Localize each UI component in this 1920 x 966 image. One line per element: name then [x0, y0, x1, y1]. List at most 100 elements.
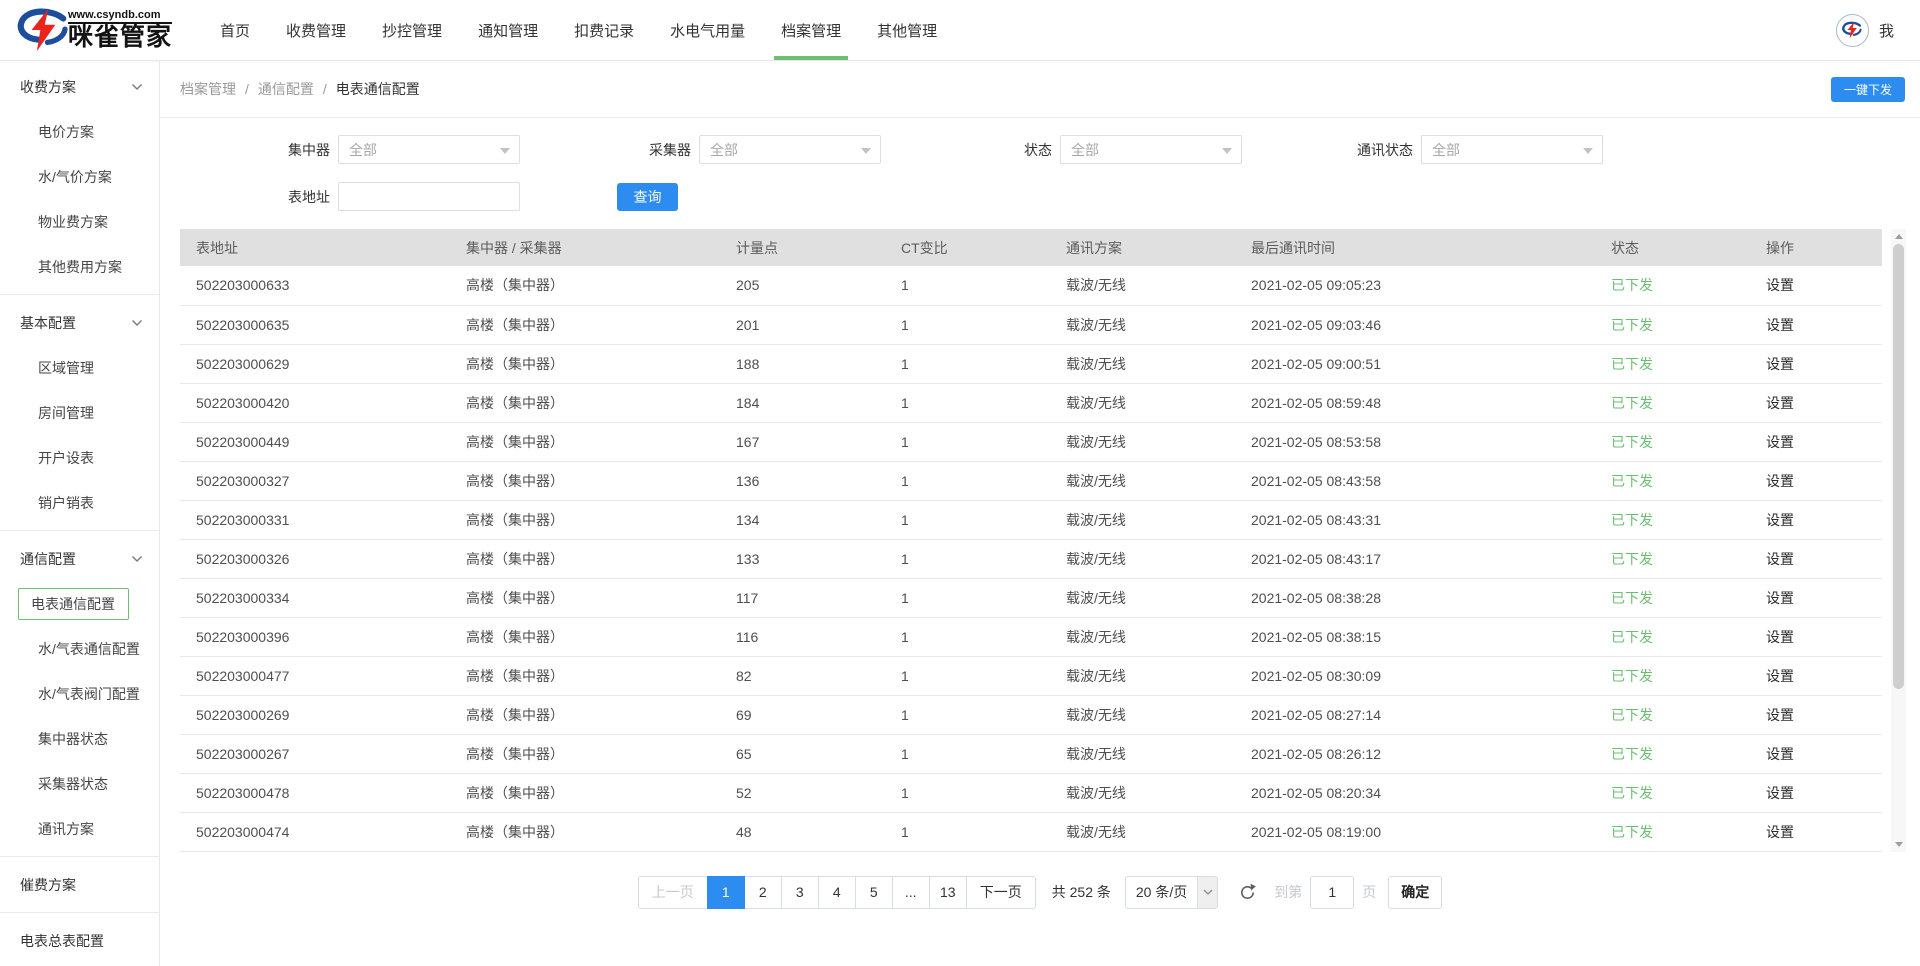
sidebar-item[interactable]: 电价方案 — [0, 109, 159, 154]
settings-link[interactable]: 设置 — [1766, 707, 1794, 723]
select-value: 全部 — [710, 140, 738, 160]
sidebar-group-header[interactable]: 电表总表配置 — [0, 918, 159, 963]
sidebar-item-label: 通讯方案 — [38, 819, 94, 839]
settings-link[interactable]: 设置 — [1766, 434, 1794, 450]
goto-page-input[interactable] — [1310, 876, 1354, 909]
sidebar-item[interactable]: 水/气表通信配置 — [0, 626, 159, 671]
page-button-3[interactable]: 3 — [781, 876, 819, 909]
comm-status-select[interactable]: 全部 — [1421, 135, 1603, 164]
breadcrumb-item[interactable]: 档案管理 — [180, 79, 236, 99]
sidebar-item[interactable]: 物业费方案 — [0, 199, 159, 244]
sidebar-item[interactable]: 其他费用方案 — [0, 244, 159, 289]
goto-confirm-button[interactable]: 确定 — [1388, 876, 1442, 909]
nav-item-8[interactable]: 其他管理 — [859, 0, 955, 60]
caret-down-icon — [1222, 148, 1232, 159]
cell-metering-point: 48 — [720, 812, 885, 851]
page-button-2[interactable]: 2 — [744, 876, 782, 909]
sidebar-item[interactable]: 采集器状态 — [0, 761, 159, 806]
sidebar: 收费方案电价方案水/气价方案物业费方案其他费用方案基本配置区域管理房间管理开户设… — [0, 61, 160, 966]
next-page-button[interactable]: 下一页 — [966, 876, 1036, 909]
prev-page-button[interactable]: 上一页 — [638, 876, 708, 909]
cell-ct-ratio: 1 — [885, 500, 1050, 539]
cell-metering-point: 167 — [720, 422, 885, 461]
settings-link[interactable]: 设置 — [1766, 277, 1794, 293]
nav-item-1[interactable]: 首页 — [202, 0, 268, 60]
page-button-4[interactable]: 4 — [818, 876, 856, 909]
sidebar-item[interactable]: 房间管理 — [0, 390, 159, 435]
settings-link[interactable]: 设置 — [1766, 629, 1794, 645]
concentrator-select[interactable]: 全部 — [338, 135, 520, 164]
breadcrumb: 档案管理/通信配置/电表通信配置 — [180, 79, 420, 99]
settings-link[interactable]: 设置 — [1766, 356, 1794, 372]
table-row: 502203000267高楼（集中器）651载波/无线2021-02-05 08… — [180, 734, 1882, 773]
refresh-button[interactable] — [1234, 879, 1260, 905]
page-size-select[interactable]: 20 条/页 — [1125, 876, 1218, 909]
cell-status: 已下发 — [1595, 266, 1750, 305]
brand-logo[interactable]: www.csyndb.com 咪雀管家 — [14, 8, 172, 52]
page-button-1[interactable]: 1 — [707, 876, 745, 909]
scroll-up-icon[interactable] — [1891, 229, 1906, 243]
nav-item-2[interactable]: 收费管理 — [268, 0, 364, 60]
settings-link[interactable]: 设置 — [1766, 551, 1794, 567]
user-menu[interactable]: 我 — [1879, 20, 1894, 41]
user-avatar[interactable] — [1836, 14, 1869, 47]
nav-item-3[interactable]: 抄控管理 — [364, 0, 460, 60]
nav-item-6[interactable]: 水电气用量 — [652, 0, 763, 60]
meter-address-input[interactable] — [338, 182, 520, 211]
page-button-13[interactable]: 13 — [929, 876, 967, 909]
table-scrollbar[interactable] — [1891, 229, 1906, 852]
settings-link[interactable]: 设置 — [1766, 395, 1794, 411]
sidebar-group-label: 通信配置 — [20, 549, 76, 569]
sidebar-item[interactable]: 集中器状态 — [0, 716, 159, 761]
sidebar-item[interactable]: 销户销表 — [0, 480, 159, 525]
search-button[interactable]: 查询 — [617, 183, 678, 211]
scroll-down-icon[interactable] — [1891, 838, 1906, 852]
sidebar-group-header[interactable]: 收费方案 — [0, 64, 159, 109]
dispatch-all-button[interactable]: 一键下发 — [1831, 77, 1905, 102]
breadcrumb-item[interactable]: 通信配置 — [258, 79, 314, 99]
table-row: 502203000477高楼（集中器）821载波/无线2021-02-05 08… — [180, 656, 1882, 695]
status-select[interactable]: 全部 — [1060, 135, 1242, 164]
sidebar-group-header[interactable]: 催费方案 — [0, 862, 159, 907]
sidebar-item[interactable]: 水/气表阀门配置 — [0, 671, 159, 716]
select-value: 全部 — [1432, 140, 1460, 160]
settings-link[interactable]: 设置 — [1766, 473, 1794, 489]
page-button-5[interactable]: 5 — [855, 876, 893, 909]
settings-link[interactable]: 设置 — [1766, 512, 1794, 528]
sidebar-item[interactable]: 电表通信配置 — [0, 581, 159, 626]
table-header: 表地址集中器 / 采集器计量点CT变比通讯方案最后通讯时间状态操作 — [180, 229, 1882, 266]
sidebar-group-header[interactable]: 通信配置 — [0, 536, 159, 581]
sidebar-item[interactable]: 区域管理 — [0, 345, 159, 390]
chevron-down-icon — [1197, 877, 1217, 908]
nav-item-4[interactable]: 通知管理 — [460, 0, 556, 60]
cell-last-comm-time: 2021-02-05 08:38:28 — [1235, 578, 1595, 617]
sidebar-item-label: 水/气表阀门配置 — [38, 684, 140, 704]
sidebar-item-label: 房间管理 — [38, 403, 94, 423]
sidebar-item[interactable]: 水/气价方案 — [0, 154, 159, 199]
table-row: 502203000633高楼（集中器）2051载波/无线2021-02-05 0… — [180, 266, 1882, 305]
settings-link[interactable]: 设置 — [1766, 668, 1794, 684]
settings-link[interactable]: 设置 — [1766, 824, 1794, 840]
filter-label: 状态 — [954, 140, 1052, 160]
scrollbar-thumb[interactable] — [1893, 244, 1904, 689]
nav-item-5[interactable]: 扣费记录 — [556, 0, 652, 60]
cell-metering-point: 65 — [720, 734, 885, 773]
cell-metering-point: 205 — [720, 266, 885, 305]
settings-link[interactable]: 设置 — [1766, 317, 1794, 333]
settings-link[interactable]: 设置 — [1766, 785, 1794, 801]
page-ellipsis[interactable]: ... — [892, 876, 930, 909]
cell-concentrator-collector: 高楼（集中器） — [450, 305, 720, 344]
nav-item-7[interactable]: 档案管理 — [763, 0, 859, 60]
table-body: 502203000633高楼（集中器）2051载波/无线2021-02-05 0… — [180, 266, 1882, 851]
sidebar-item[interactable]: 开户设表 — [0, 435, 159, 480]
sidebar-item[interactable]: 通讯方案 — [0, 806, 159, 851]
sidebar-item-label: 其他费用方案 — [38, 257, 122, 277]
cell-metering-point: 52 — [720, 773, 885, 812]
settings-link[interactable]: 设置 — [1766, 590, 1794, 606]
settings-link[interactable]: 设置 — [1766, 746, 1794, 762]
sidebar-group-header[interactable]: 基本配置 — [0, 300, 159, 345]
cell-action: 设置 — [1750, 461, 1882, 500]
cell-ct-ratio: 1 — [885, 305, 1050, 344]
collector-select[interactable]: 全部 — [699, 135, 881, 164]
cell-status: 已下发 — [1595, 422, 1750, 461]
